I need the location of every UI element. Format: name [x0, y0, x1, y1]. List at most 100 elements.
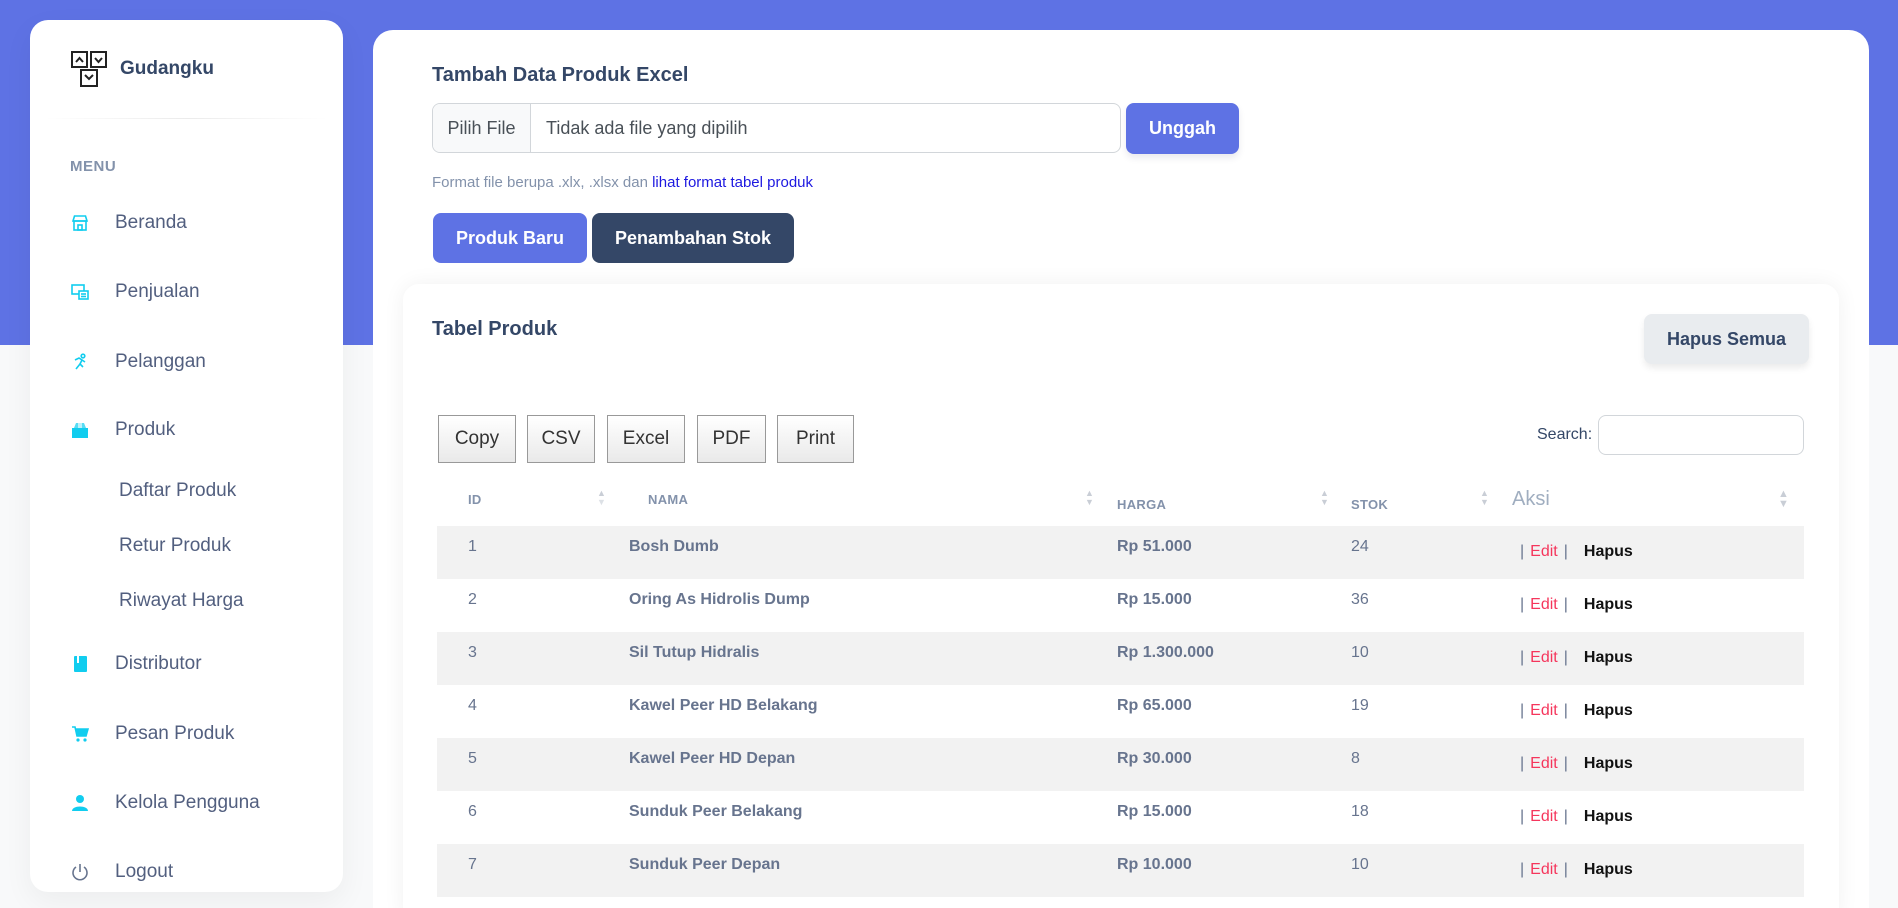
column-header-aksi[interactable]: Aksi [1512, 488, 1550, 511]
running-icon [70, 352, 90, 372]
row-actions: | Edit | Hapus [1514, 596, 1633, 614]
delete-button[interactable]: Hapus [1584, 808, 1633, 826]
pdf-button[interactable]: PDF [697, 415, 766, 463]
cell-stok: 36 [1351, 591, 1369, 608]
cell-harga: Rp 65.000 [1117, 697, 1192, 714]
cell-id: 5 [468, 750, 477, 767]
edit-link[interactable]: Edit [1530, 808, 1558, 826]
sidebar-item-label: Kelola Pengguna [115, 792, 260, 813]
sidebar-item-pesan-produk[interactable]: Pesan Produk [70, 723, 234, 745]
sidebar-item-pelanggan[interactable]: Pelanggan [70, 351, 206, 373]
menu-heading: MENU [70, 158, 117, 175]
upload-button[interactable]: Unggah [1126, 103, 1239, 154]
table-row: 2 Oring As Hidrolis Dump Rp 15.000 36 | Edit |… [437, 579, 1804, 632]
file-input[interactable]: Pilih File Tidak ada file yang dipilih [432, 103, 1121, 153]
action-separator: | [1520, 649, 1525, 666]
sidebar-item-produk[interactable]: Produk [70, 419, 175, 441]
edit-link[interactable]: Edit [1530, 755, 1558, 773]
action-separator: | [1520, 543, 1525, 560]
action-separator: | [1563, 702, 1568, 719]
sidebar-item-penjualan[interactable]: Penjualan [70, 281, 200, 303]
action-separator: | [1563, 543, 1568, 560]
delete-button[interactable]: Hapus [1584, 702, 1633, 720]
csv-button[interactable]: CSV [527, 415, 595, 463]
sidebar-item-label: Pesan Produk [115, 723, 235, 744]
action-separator: | [1520, 808, 1525, 825]
action-separator: | [1563, 649, 1568, 666]
cell-harga: Rp 1.300.000 [1117, 644, 1214, 661]
row-actions: | Edit | Hapus [1514, 808, 1633, 826]
action-separator: | [1563, 596, 1568, 613]
warehouse-logo-icon [71, 51, 107, 87]
row-actions: | Edit | Hapus [1514, 755, 1633, 773]
column-header-stok[interactable]: STOK [1351, 497, 1388, 512]
cell-stok: 10 [1351, 856, 1369, 873]
shop-icon [70, 213, 90, 233]
table-title: Tabel Produk [432, 318, 558, 340]
cell-harga: Rp 30.000 [1117, 750, 1192, 767]
choose-file-button[interactable]: Pilih File [433, 104, 531, 152]
cell-harga: Rp 15.000 [1117, 803, 1192, 820]
format-note: Format file berupa .xlx, .xlsx dan lihat… [432, 174, 813, 191]
row-actions: | Edit | Hapus [1514, 649, 1633, 667]
cell-stok: 10 [1351, 644, 1369, 661]
sidebar-item-beranda[interactable]: Beranda [70, 212, 187, 234]
action-separator: | [1520, 861, 1525, 878]
delete-button[interactable]: Hapus [1584, 755, 1633, 773]
action-separator: | [1520, 596, 1525, 613]
cell-stok: 18 [1351, 803, 1369, 820]
search-input[interactable] [1598, 415, 1804, 455]
action-separator: | [1563, 755, 1568, 772]
action-separator: | [1520, 755, 1525, 772]
cart-icon [70, 724, 90, 744]
brand-name: Gudangku [120, 58, 214, 79]
cell-id: 2 [468, 591, 477, 608]
sidebar-item-kelola-pengguna[interactable]: Kelola Pengguna [70, 792, 260, 814]
format-table-link[interactable]: lihat format tabel produk [652, 174, 813, 191]
sidebar-subitem-retur-produk[interactable]: Retur Produk [119, 535, 231, 557]
box-icon [70, 420, 90, 440]
sidebar-item-label: Beranda [115, 212, 187, 233]
cell-nama: Kawel Peer HD Depan [629, 750, 796, 767]
sidebar-subitem-riwayat-harga[interactable]: Riwayat Harga [119, 590, 244, 612]
sort-asc-icon: ▲ ▼ [597, 488, 606, 507]
table-row: 1 Bosh Dumb Rp 51.000 24 | Edit | Hapus [437, 526, 1804, 579]
delete-all-button[interactable]: Hapus Semua [1644, 314, 1809, 364]
print-button[interactable]: Print [777, 415, 854, 463]
cell-stok: 19 [1351, 697, 1369, 714]
edit-link[interactable]: Edit [1530, 702, 1558, 720]
brand[interactable]: Gudangku [70, 50, 214, 88]
monitor-icon [70, 282, 90, 302]
delete-button[interactable]: Hapus [1584, 543, 1633, 561]
edit-link[interactable]: Edit [1530, 596, 1558, 614]
sidebar-subitem-daftar-produk[interactable]: Daftar Produk [119, 480, 236, 502]
delete-button[interactable]: Hapus [1584, 861, 1633, 879]
column-header-nama[interactable]: NAMA [648, 492, 688, 507]
cell-nama: Kawel Peer HD Belakang [629, 697, 818, 714]
delete-button[interactable]: Hapus [1584, 596, 1633, 614]
cell-harga: Rp 15.000 [1117, 591, 1192, 608]
sidebar-item-logout[interactable]: Logout [70, 861, 173, 883]
column-header-id[interactable]: ID [468, 492, 482, 507]
copy-button[interactable]: Copy [438, 415, 516, 463]
sort-icon: ▲ ▼ [1320, 488, 1329, 507]
excel-button[interactable]: Excel [607, 415, 685, 463]
sidebar-item-distributor[interactable]: Distributor [70, 653, 202, 675]
new-product-button[interactable]: Produk Baru [433, 213, 587, 263]
row-actions: | Edit | Hapus [1514, 543, 1633, 561]
delete-button[interactable]: Hapus [1584, 649, 1633, 667]
cell-id: 1 [468, 538, 477, 555]
cell-harga: Rp 10.000 [1117, 856, 1192, 873]
column-header-harga[interactable]: HARGA [1117, 497, 1166, 512]
cell-id: 7 [468, 856, 477, 873]
table-row: 5 Kawel Peer HD Depan Rp 30.000 8 | Edit | Hapu… [437, 738, 1804, 791]
edit-link[interactable]: Edit [1530, 649, 1558, 667]
edit-link[interactable]: Edit [1530, 861, 1558, 879]
edit-link[interactable]: Edit [1530, 543, 1558, 561]
add-stock-button[interactable]: Penambahan Stok [592, 213, 794, 263]
book-icon [70, 654, 90, 674]
format-note-text: Format file berupa .xlx, .xlsx dan [432, 174, 648, 191]
sidebar-divider [44, 118, 329, 119]
file-status: Tidak ada file yang dipilih [546, 117, 748, 138]
sidebar-item-label: Produk [115, 419, 176, 440]
